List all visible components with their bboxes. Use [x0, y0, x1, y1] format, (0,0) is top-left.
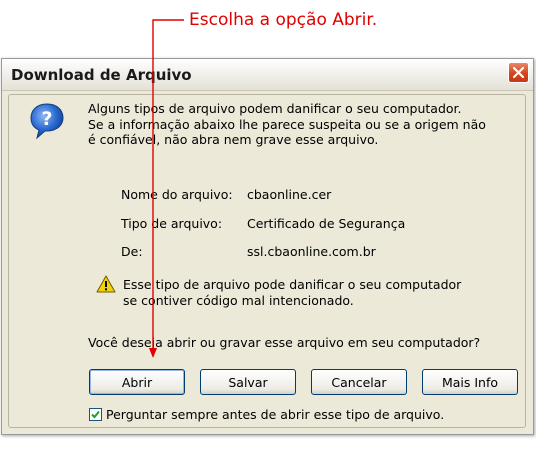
warning-message: Alguns tipos de arquivo podem danificar … — [88, 101, 508, 148]
caution-message: Esse tipo de arquivo pode danificar o se… — [123, 277, 461, 308]
save-button[interactable]: Salvar — [200, 369, 296, 395]
file-name-label: Nome do arquivo: — [121, 187, 233, 202]
title-bar[interactable]: Download de Arquivo — [2, 59, 533, 91]
always-ask-row[interactable]: Perguntar sempre antes de abrir esse tip… — [89, 407, 444, 422]
cancel-button[interactable]: Cancelar — [311, 369, 407, 395]
question-text: Você deseja abrir ou gravar esse arquivo… — [88, 335, 481, 350]
warning-line: Alguns tipos de arquivo podem danificar … — [88, 101, 462, 116]
caution-line: Esse tipo de arquivo pode danificar o se… — [123, 277, 462, 292]
download-dialog: Download de Arquivo ? Alguns tipos de ar… — [1, 58, 534, 435]
file-type-label: Tipo de arquivo: — [121, 216, 223, 231]
dialog-title: Download de Arquivo — [11, 66, 192, 84]
annotation-text: Escolha a opção Abrir. — [189, 10, 378, 30]
caution-line: se contiver código mal intencionado. — [123, 292, 354, 308]
close-button[interactable] — [508, 62, 529, 83]
svg-text:?: ? — [41, 108, 52, 130]
checkmark-icon — [91, 410, 100, 419]
warning-icon — [96, 275, 116, 293]
open-button[interactable]: Abrir — [89, 369, 185, 395]
always-ask-checkbox[interactable] — [89, 408, 102, 421]
close-icon — [512, 66, 525, 79]
file-source-label: De: — [121, 244, 143, 259]
always-ask-label: Perguntar sempre antes de abrir esse tip… — [106, 407, 445, 422]
question-icon: ? — [30, 103, 64, 140]
file-type-value: Certificado de Segurança — [247, 216, 406, 231]
more-info-button[interactable]: Mais Info — [422, 369, 518, 395]
file-name-value: cbaonline.cer — [247, 187, 332, 202]
warning-line: é confiável, não abra nem grave esse arq… — [88, 132, 379, 147]
file-source-value: ssl.cbaonline.com.br — [247, 244, 376, 259]
warning-line: Se a informação abaixo lhe parece suspei… — [88, 116, 486, 132]
